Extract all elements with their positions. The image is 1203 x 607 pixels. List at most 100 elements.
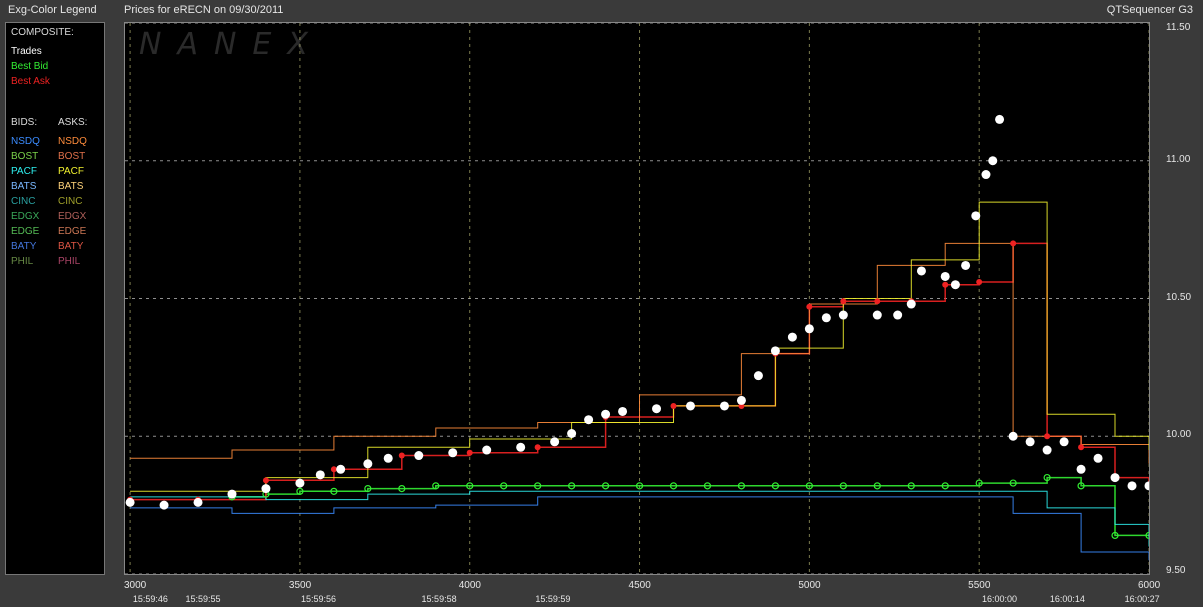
trade-point bbox=[295, 478, 305, 488]
trade-point bbox=[448, 448, 458, 458]
time-label: 16:00:00 bbox=[981, 594, 1017, 604]
time-label: 16:00:14 bbox=[1049, 594, 1085, 604]
trade-point bbox=[261, 484, 271, 494]
exchange-color-legend: COMPOSITE: Trades Best Bid Best Ask BIDS… bbox=[5, 22, 105, 575]
legend-ask-cinc: CINC bbox=[58, 196, 83, 207]
time-label: 16:00:27 bbox=[1124, 594, 1160, 604]
legend-ask-nsdq: NSDQ bbox=[58, 136, 87, 147]
legend-title: Exg-Color Legend bbox=[8, 4, 97, 16]
y-tick-label: 11.00 bbox=[1166, 153, 1191, 165]
x-tick-label: 6000 bbox=[1138, 580, 1161, 591]
trade-point bbox=[125, 497, 135, 507]
trade-point bbox=[516, 442, 526, 452]
trade-point bbox=[787, 332, 797, 342]
trade-point bbox=[414, 451, 424, 461]
trade-point bbox=[567, 428, 577, 438]
trade-point bbox=[315, 470, 325, 480]
best-ask-point bbox=[670, 402, 677, 409]
trade-point bbox=[838, 310, 848, 320]
time-label: 15:59:58 bbox=[421, 594, 457, 604]
trade-point bbox=[1076, 464, 1086, 474]
time-label: 15:59:55 bbox=[185, 594, 221, 604]
trade-point bbox=[584, 415, 594, 425]
chart-title: Prices for eRECN on 09/30/2011 bbox=[124, 4, 284, 16]
best-ask-point bbox=[840, 298, 847, 305]
trade-point bbox=[1144, 481, 1149, 491]
legend-bid-cinc: CINC bbox=[11, 196, 36, 207]
legend-ask-baty: BATY bbox=[58, 241, 84, 252]
y-tick-label: 10.00 bbox=[1166, 429, 1192, 441]
trade-point bbox=[961, 260, 971, 270]
best-ask-point bbox=[330, 466, 337, 473]
trade-point bbox=[872, 310, 882, 320]
x-tick-label: 4500 bbox=[628, 580, 651, 591]
legend-ask-bats: BATS bbox=[58, 181, 84, 192]
trade-point bbox=[1008, 431, 1018, 441]
trade-point bbox=[916, 266, 926, 276]
legend-bid-pacf: PACF bbox=[11, 166, 37, 177]
trade-point bbox=[1093, 453, 1103, 463]
trade-point bbox=[906, 299, 916, 309]
legend-bid-baty: BATY bbox=[11, 241, 37, 252]
trade-point bbox=[193, 497, 203, 507]
chart-canvas bbox=[125, 23, 1149, 574]
trade-point bbox=[618, 406, 628, 416]
trade-point bbox=[550, 437, 560, 447]
trade-point bbox=[736, 395, 746, 405]
legend-best-bid: Best Bid bbox=[11, 61, 49, 72]
best-ask-point bbox=[1010, 240, 1017, 247]
legend-bid-bost: BOST bbox=[11, 151, 39, 162]
x-tick-label: 4000 bbox=[458, 580, 481, 591]
best-ask-point bbox=[942, 281, 949, 288]
trade-point bbox=[770, 346, 780, 356]
trade-point bbox=[227, 489, 237, 499]
trade-point bbox=[753, 371, 763, 381]
trade-point bbox=[1059, 437, 1069, 447]
best-ask-point bbox=[1078, 444, 1085, 451]
legend-ask-edgx: EDGX bbox=[58, 211, 87, 222]
trade-point bbox=[601, 409, 611, 419]
legend-bid-bats: BATS bbox=[11, 181, 37, 192]
trade-point bbox=[950, 280, 960, 290]
bids-label: BIDS: bbox=[11, 117, 38, 128]
y-tick-label: 9.50 bbox=[1166, 565, 1186, 576]
app-name: QTSequencer G3 bbox=[1106, 4, 1193, 16]
series-line-best-ask bbox=[130, 242, 1149, 501]
trade-point bbox=[159, 500, 169, 510]
trade-point bbox=[383, 453, 393, 463]
best-ask-point bbox=[534, 444, 541, 451]
best-ask-point bbox=[874, 298, 881, 305]
best-ask-point bbox=[976, 278, 983, 285]
best-ask-point bbox=[398, 452, 405, 459]
trade-point bbox=[685, 401, 695, 411]
x-tick-label: 5000 bbox=[798, 580, 821, 591]
time-label: 15:59:56 bbox=[300, 594, 337, 604]
trade-point bbox=[1025, 437, 1035, 447]
best-ask-point bbox=[1044, 433, 1051, 440]
best-ask-point bbox=[806, 303, 813, 310]
trade-point bbox=[940, 271, 950, 281]
x-tick-label: 5500 bbox=[968, 580, 991, 591]
trade-point bbox=[336, 464, 346, 474]
legend-bid-nsdq: NSDQ bbox=[11, 136, 40, 147]
legend-bid-edge: EDGE bbox=[11, 226, 40, 237]
y-tick-label: 11.50 bbox=[1166, 22, 1191, 33]
composite-label: COMPOSITE: bbox=[11, 27, 74, 38]
trade-point bbox=[1127, 481, 1137, 491]
legend-ask-bost: BOST bbox=[58, 151, 86, 162]
legend-trades: Trades bbox=[11, 46, 42, 57]
legend-ask-phil: PHIL bbox=[58, 256, 81, 267]
trade-point bbox=[821, 313, 831, 323]
trade-point bbox=[988, 156, 998, 166]
trade-point bbox=[893, 310, 903, 320]
best-ask-point bbox=[466, 449, 473, 456]
trade-point bbox=[652, 404, 662, 414]
trade-point bbox=[981, 170, 991, 180]
legend-ask-pacf: PACF bbox=[58, 166, 84, 177]
trade-point bbox=[1110, 473, 1120, 483]
best-ask-point bbox=[262, 477, 269, 484]
y-tick-label: 10.50 bbox=[1166, 291, 1192, 303]
trade-point bbox=[482, 445, 492, 455]
trade-point bbox=[995, 114, 1005, 124]
price-chart: NANEX bbox=[124, 22, 1150, 575]
